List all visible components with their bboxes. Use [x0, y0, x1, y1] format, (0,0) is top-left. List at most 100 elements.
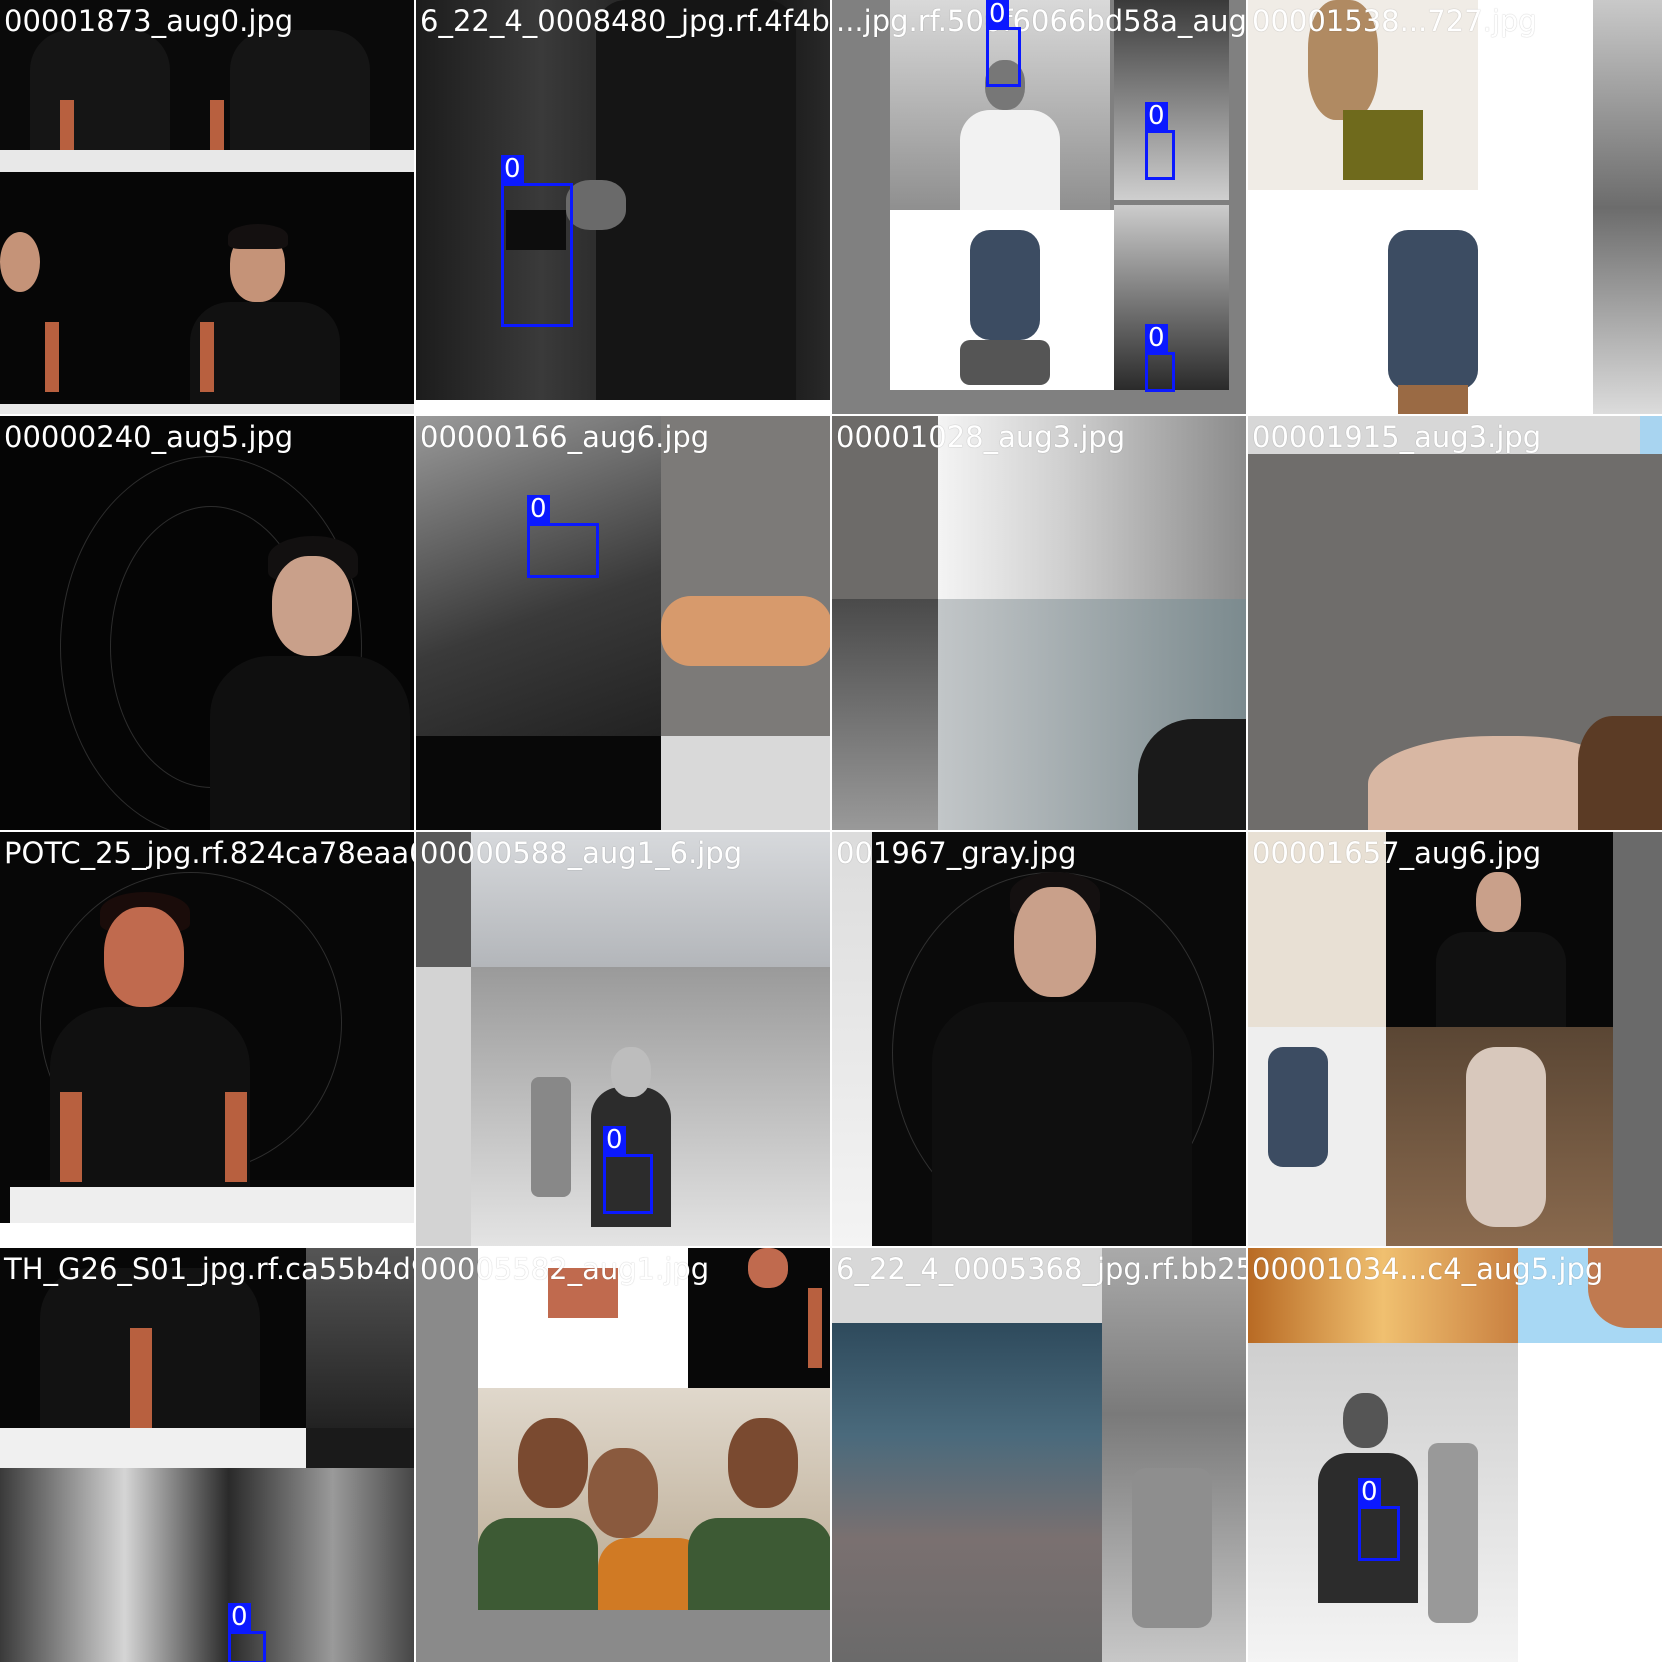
jeans: [1388, 230, 1478, 390]
tile-9: POTC_25_jpg.rf.824ca78eaa00003531_aug4.j…: [0, 832, 416, 1248]
watermark-strip: [0, 150, 414, 172]
tile-12: 00001657_aug6.jpg: [1248, 832, 1664, 1248]
arm: [808, 1288, 822, 1368]
photo-strip: [1640, 416, 1662, 454]
photo-upside-down-person: [1248, 1027, 1386, 1246]
sweater: [478, 1518, 598, 1610]
detection-box: [1145, 130, 1175, 180]
top-garment: [1343, 110, 1423, 180]
tile-6: 0 00000166_aug6.jpg: [416, 416, 832, 832]
tile-filename-label: POTC_25_jpg.rf.824ca78eaa00003531_aug4.j…: [4, 836, 414, 870]
ground-strip: [416, 400, 830, 414]
tile-16: 0 00001034...c4_aug5.jpg: [1248, 1248, 1664, 1664]
hand: [566, 180, 626, 230]
detection-box: [228, 1631, 266, 1662]
watermark-strip: [0, 404, 414, 414]
photo-cctv: [832, 599, 938, 830]
white-strip: [0, 1223, 414, 1246]
class-id-label: 0: [1145, 324, 1168, 352]
tile-filename-label: ...jpg.rf.500f6066bd58a_aug7.jpg: [836, 4, 1247, 38]
jeans: [970, 230, 1040, 340]
tile-3: 0 0 0 ...jpg.rf.500f6066bd58a_aug7.jpg: [832, 0, 1248, 416]
tile-filename-label: 00005582_aug1.jpg: [420, 1252, 710, 1286]
tile-filename-label: 00000588_aug1_6.jpg: [420, 836, 743, 870]
detection-box: [603, 1154, 653, 1214]
photo-woman-lying: [1248, 716, 1662, 830]
detection-box: [986, 27, 1021, 87]
tile-filename-label: 00001657_aug6.jpg: [1252, 836, 1542, 870]
face: [1014, 887, 1096, 997]
face: [518, 1418, 588, 1508]
arm: [60, 1092, 82, 1182]
tile-filename-label: 00001873_aug0.jpg: [4, 4, 294, 38]
tile-2: 0 6_22_4_0008480_jpg.rf.4f4b6726d4: [416, 0, 832, 416]
tile-7: 00001028_aug3.jpg: [832, 416, 1248, 832]
class-id-label: 0: [603, 1126, 626, 1154]
watermark-strip: [10, 1187, 414, 1223]
arm: [60, 100, 74, 150]
face: [748, 1248, 788, 1288]
tile-13: 0 TH_G26_S01_jpg.rf.ca55b4d9055f7582abf_…: [0, 1248, 416, 1664]
person-torso: [1436, 932, 1566, 1027]
photo-family: [478, 1388, 830, 1610]
tile-8: 00001915_aug3.jpg: [1248, 416, 1664, 832]
face: [588, 1448, 658, 1538]
tile-11: 001967_gray.jpg: [832, 832, 1248, 1248]
class-id-label: 0: [1358, 1478, 1381, 1506]
tile-15: 6_22_4_0005368_jpg.rf.bb25...: [832, 1248, 1248, 1664]
face: [0, 232, 40, 292]
detection-box: [527, 523, 599, 578]
tile-5: 00000240_aug5.jpg: [0, 416, 416, 832]
arm: [661, 596, 830, 666]
photo-cctv: [1102, 1248, 1246, 1662]
photo-portrait: [416, 736, 661, 830]
tile-1: 00001873_aug0.jpg: [0, 0, 416, 416]
arm: [130, 1328, 152, 1428]
class-id-label: 0: [1145, 102, 1168, 130]
photo-blurred-street: [832, 1248, 1102, 1662]
augmentation-mosaic: 00001873_aug0.jpg 0 6_22_4_0008480_jpg.r…: [0, 0, 1664, 1664]
photo-blurred: [938, 599, 1246, 830]
face: [728, 1418, 798, 1508]
class-id-label: 0: [228, 1603, 251, 1631]
tile-filename-label: 001967_gray.jpg: [836, 836, 1077, 870]
shirt: [960, 340, 1050, 385]
photo-upside-down-person: [1386, 1027, 1613, 1246]
water-cooler: [1428, 1443, 1478, 1623]
water-cooler: [1132, 1468, 1212, 1628]
person-coat: [596, 0, 796, 400]
tile-filename-label: 00001034...c4_aug5.jpg: [1252, 1252, 1604, 1286]
head: [611, 1047, 651, 1097]
detection-box: [1145, 352, 1175, 392]
arm: [225, 1092, 247, 1182]
person-torso: [230, 30, 370, 150]
class-id-label: 0: [527, 495, 550, 523]
shirt: [960, 110, 1060, 210]
tile-14: 00005582_aug1.jpg: [416, 1248, 832, 1664]
face: [272, 556, 352, 656]
arm: [210, 100, 224, 150]
torso: [1466, 1047, 1546, 1227]
person-torso: [30, 30, 170, 150]
arm: [45, 322, 59, 392]
person-torso: [932, 1002, 1192, 1246]
tile-filename-label: 00000240_aug5.jpg: [4, 420, 294, 454]
water-cooler: [531, 1077, 571, 1197]
person-torso: [210, 656, 410, 830]
head: [1138, 719, 1246, 830]
photo-cctv: [661, 736, 830, 830]
photo-cctv-office: [1248, 1343, 1518, 1662]
photo-strip: [832, 832, 872, 1246]
photo-upside-down-person: [1338, 200, 1538, 414]
tile-filename-label: 6_22_4_0005368_jpg.rf.bb25...: [836, 1252, 1248, 1286]
photo-crowd: [0, 1468, 414, 1662]
tile-10: 0 00000588_aug1_6.jpg: [416, 832, 832, 1248]
tile-filename-label: 00001028_aug3.jpg: [836, 420, 1126, 454]
photo-portrait: [688, 1248, 830, 1388]
face: [104, 907, 184, 1007]
class-id-label: 0: [501, 155, 524, 183]
tile-4: 00001538...727.jpg: [1248, 0, 1664, 416]
tile-filename-label: 00001538...727.jpg: [1252, 4, 1537, 38]
shirt: [1398, 385, 1468, 414]
hair: [228, 224, 288, 249]
